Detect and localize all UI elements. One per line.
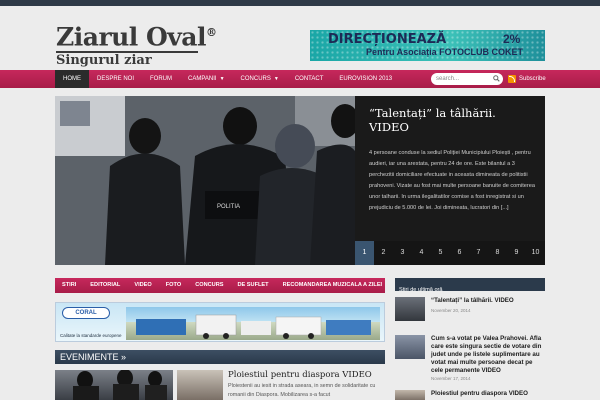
sidebar-heading: Stiri de ultimă oră — [395, 278, 545, 293]
logo-title: Ziarul Oval® — [56, 22, 217, 52]
search-icon[interactable] — [493, 75, 500, 82]
main-nav: Home Despre noi Forum Campanii ▼ Concurs ▼… — [0, 70, 600, 88]
tab-foto[interactable]: Foto — [159, 278, 188, 293]
sidebar-post-title[interactable]: Ploiestiul pentru diaspora VIDEO — [431, 390, 545, 398]
site-header: Ziarul Oval® Singurul ziar normal. DIREC… — [0, 6, 600, 84]
event-image-police[interactable] — [55, 370, 173, 400]
pager-page-2[interactable]: 2 — [374, 241, 393, 265]
sidebar-post[interactable]: Ploiestiul pentru diaspora VIDEO — [395, 390, 545, 400]
coral-logo: CORAL — [62, 307, 110, 319]
banner-headline: DIRECȚIONEAZĂ — [328, 32, 447, 47]
slide-excerpt: 4 persoane conduse la sediul Poliției Mu… — [369, 150, 535, 211]
search-placeholder: search... — [436, 76, 460, 82]
sidebar-post-title[interactable]: “Talentați” la tâlhării. VIDEO — [431, 297, 545, 305]
sidebar-post-date: November 20, 2014 — [431, 308, 471, 313]
nav-item-contact[interactable]: Contact — [287, 70, 332, 88]
ad-banner-coral[interactable]: CORAL Calitate la standarde europene — [55, 302, 385, 342]
search-input[interactable]: search... — [431, 73, 503, 85]
post-thumbnail[interactable] — [395, 297, 425, 321]
post-thumbnail[interactable] — [395, 390, 425, 400]
pager-page-1[interactable]: 1 — [355, 241, 374, 265]
rss-icon — [508, 75, 516, 83]
police-raid-photo: POLITIA — [55, 96, 355, 265]
pager-page-7[interactable]: 7 — [469, 241, 488, 265]
nav-item-campanii[interactable]: Campanii ▼ — [180, 70, 233, 88]
pager-page-9[interactable]: 9 — [507, 241, 526, 265]
sidebar-post[interactable]: Cum s-a votat pe Valea Prahovei. Afla ca… — [395, 335, 545, 385]
event-image-diaspora[interactable] — [177, 370, 223, 400]
event-post-title[interactable]: Ploiestiul pentru diaspora VIDEO — [228, 370, 372, 380]
tab-editorial[interactable]: Editorial — [83, 278, 127, 293]
nav-item-eurovision[interactable]: Eurovision 2013 — [331, 70, 400, 88]
event-post-excerpt: Ploiestenii au iesit in strada aseara, i… — [228, 383, 376, 398]
slide-caption: “Talentați” la tâlhării. VIDEO 4 persoan… — [355, 96, 545, 241]
chevron-down-icon: ▼ — [273, 76, 279, 82]
featured-slider: POLITIA “Talentați” la tâlhării. VIDEO 4… — [55, 96, 545, 265]
vest-label: POLITIA — [217, 204, 240, 210]
tab-stiri[interactable]: Stiri — [55, 278, 83, 293]
tab-de-suflet[interactable]: De suflet — [230, 278, 275, 293]
nav-item-forum[interactable]: Forum — [142, 70, 180, 88]
pager-page-5[interactable]: 5 — [431, 241, 450, 265]
nav-menu: Home Despre noi Forum Campanii ▼ Concurs ▼… — [55, 70, 400, 88]
ad-banner-fotoclub[interactable]: DIRECȚIONEAZĂ 2% Pentru Asociația FOTOCL… — [310, 30, 545, 61]
tab-recomandarea-muzicala[interactable]: Recomandarea muzicala a zilei — [276, 278, 390, 293]
events-section-bar[interactable]: EVENIMENTE » — [55, 350, 385, 364]
nav-item-home[interactable]: Home — [55, 70, 89, 88]
slider-pager: 1 2 3 4 5 6 7 8 9 10 — [355, 241, 545, 265]
coral-cert-text: Calitate la standarde europene — [60, 333, 122, 338]
banner-percent: 2% — [503, 32, 521, 46]
slide-image[interactable]: POLITIA — [55, 96, 355, 265]
tab-concurs[interactable]: Concurs — [188, 278, 230, 293]
slide-title[interactable]: “Talentați” la tâlhării. VIDEO — [369, 106, 535, 134]
post-thumbnail[interactable] — [395, 335, 425, 359]
nav-item-concurs[interactable]: Concurs ▼ — [233, 70, 287, 88]
sidebar-post-date: November 17, 2014 — [431, 376, 471, 381]
sidebar-post-title[interactable]: Cum s-a votat pe Valea Prahovei. Afla ca… — [431, 335, 545, 375]
pager-page-3[interactable]: 3 — [393, 241, 412, 265]
pager-page-8[interactable]: 8 — [488, 241, 507, 265]
banner-subline: Pentru Asociația FOTOCLUB COKET — [366, 47, 524, 57]
nav-item-despre-noi[interactable]: Despre noi — [89, 70, 142, 88]
pager-page-6[interactable]: 6 — [450, 241, 469, 265]
events-section-title: EVENIMENTE » — [60, 352, 127, 362]
pager-page-4[interactable]: 4 — [412, 241, 431, 265]
chevron-down-icon: ▼ — [219, 76, 225, 82]
tab-video[interactable]: Video — [127, 278, 158, 293]
pager-page-10[interactable]: 10 — [526, 241, 545, 265]
sidebar-post[interactable]: “Talentați” la tâlhării. VIDEO November … — [395, 297, 545, 327]
category-tabs: Stiri Editorial Video Foto Concurs De su… — [55, 278, 385, 293]
coral-fleet-photo — [126, 307, 380, 340]
sidebar-heading-label: Stiri de ultimă oră — [399, 287, 443, 293]
subscribe-link[interactable]: Subscribe — [508, 73, 546, 85]
subscribe-label: Subscribe — [519, 76, 546, 82]
